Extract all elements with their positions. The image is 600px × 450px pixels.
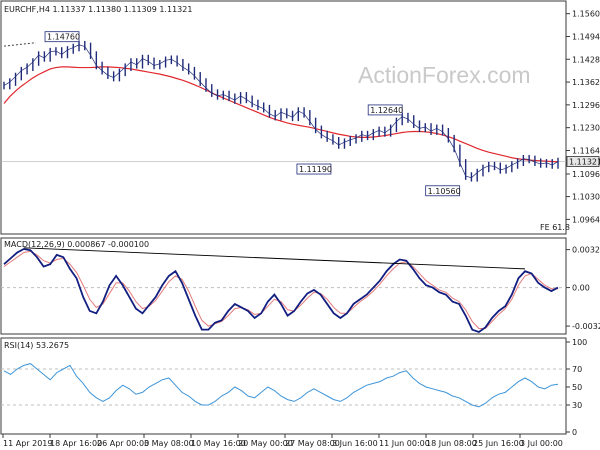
- time-tick-label: 3 May 08:00: [144, 439, 194, 448]
- price-tick-label: 1.14940: [572, 32, 600, 41]
- macd-tick-label: -0.003293: [572, 322, 600, 331]
- time-tick-label: 26 Apr 00:00: [97, 439, 149, 448]
- rsi-tick-label: 100: [572, 338, 587, 347]
- price-panel-frame: [0, 0, 567, 235]
- time-tick-label: 18 Jun 08:00: [426, 439, 477, 448]
- price-annotation-label: 1.12640: [370, 106, 403, 115]
- time-tick-label: 25 Jun 16:00: [473, 439, 524, 448]
- rsi-tick-label: 0: [572, 428, 577, 437]
- rsi-panel-title: RSI(14) 53.2675: [4, 341, 69, 350]
- price-tick-label: 1.09645: [572, 215, 600, 224]
- macd-panel-title: MACD(12,26,9) 0.000867 -0.000100: [4, 240, 149, 249]
- time-tick-label: 11 Jun 00:00: [379, 439, 430, 448]
- rsi-axis: 100 70 50 30 0: [566, 338, 587, 437]
- watermark: ActionForex.com: [358, 62, 531, 88]
- time-axis: 11 Apr 201918 Apr 16:0026 Apr 00:003 May…: [2, 434, 563, 448]
- time-tick-label: 18 Apr 16:00: [50, 439, 102, 448]
- fib-label: FE 61.8: [540, 223, 570, 232]
- time-tick-label: 3 Jun 16:00: [332, 439, 378, 448]
- current-price-label: 1.11321: [569, 157, 600, 166]
- price-tick-label: 1.10305: [572, 193, 600, 202]
- time-tick-label: 11 Apr 2019: [3, 439, 52, 448]
- rsi-tick-label: 50: [572, 383, 582, 392]
- price-tick-label: 1.11640: [572, 146, 600, 155]
- macd-panel-frame: [0, 237, 567, 335]
- price-tick-label: 1.15600: [572, 10, 600, 19]
- time-tick-label: 3 Jul 00:00: [520, 439, 563, 448]
- price-tick-label: 1.12300: [572, 124, 600, 133]
- price-tick-label: 1.12960: [572, 101, 600, 110]
- price-tick-label: 1.10960: [572, 170, 600, 179]
- rsi-tick-label: 30: [572, 401, 582, 410]
- price-panel-title: EURCHF,H4 1.11337 1.11380 1.11309 1.1132…: [4, 5, 192, 14]
- macd-axis: 0.003249 0.00 -0.003293: [566, 246, 600, 331]
- macd-tick-label: 0.003249: [572, 246, 600, 255]
- macd-tick-label: 0.00: [572, 284, 590, 293]
- price-tick-label: 1.14280: [572, 55, 600, 64]
- price-annotation-label: 1.11190: [299, 165, 332, 174]
- price-annotation-label: 1.14760: [47, 33, 80, 42]
- eurchf-h4-chart: ActionForex.com 1.14760 1.12640 1.11190 1.1…: [0, 0, 600, 448]
- rsi-tick-label: 70: [572, 365, 582, 374]
- price-tick-label: 1.13620: [572, 78, 600, 87]
- rsi-panel-frame: [0, 337, 567, 435]
- price-axis: 1.15600 1.14940 1.14280 1.13620 1.12960 1.123…: [566, 10, 600, 224]
- price-annotation-label: 1.10560: [428, 187, 461, 196]
